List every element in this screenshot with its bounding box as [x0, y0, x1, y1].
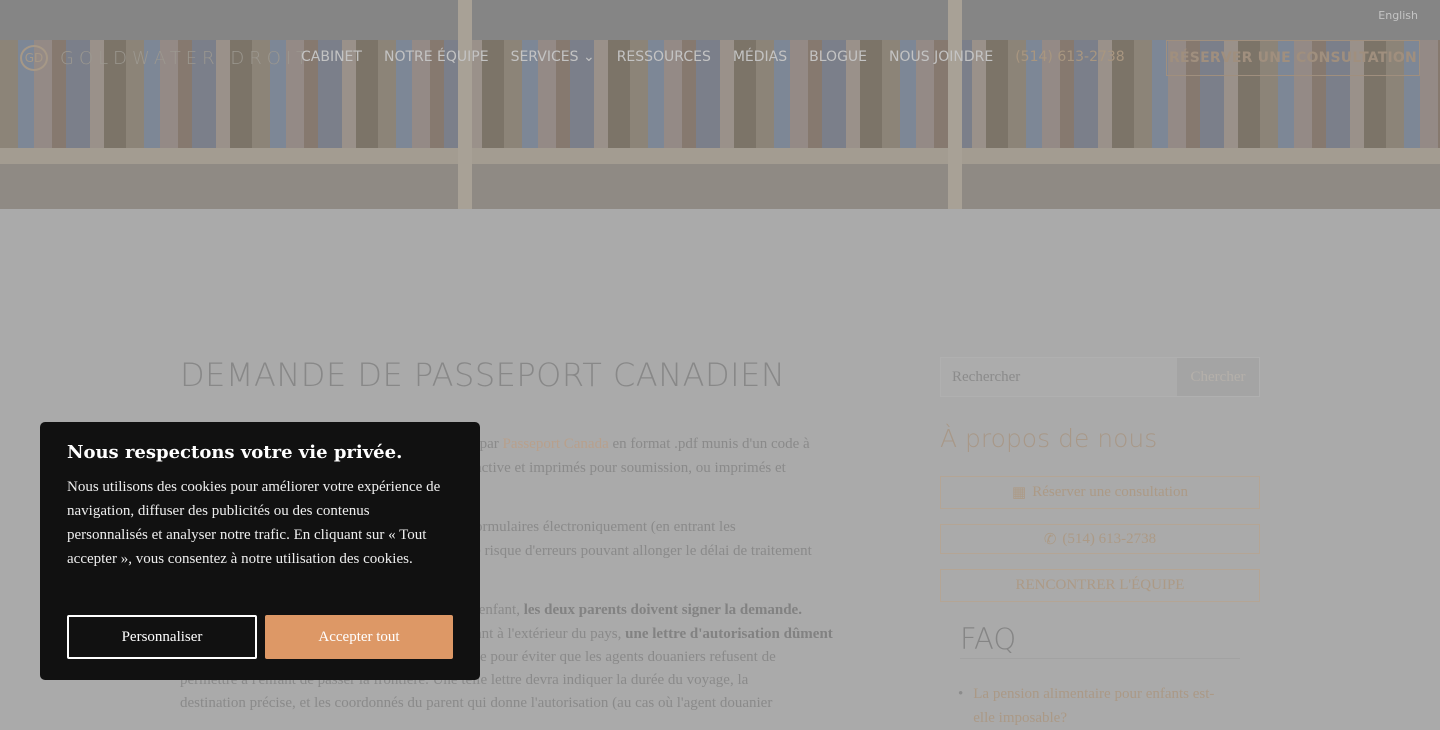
search-button[interactable]: Chercher — [1177, 358, 1259, 396]
label: Réserver une consultation — [1032, 484, 1188, 500]
shelf — [0, 164, 1440, 209]
text: ractive et imprimés pour soumission, ou … — [470, 460, 786, 476]
article-line: le risque d'erreurs pouvant allonger le … — [470, 543, 812, 560]
text: destination précise, et les coordonnés d… — [180, 695, 773, 711]
calendar-icon: ▦ — [1012, 485, 1027, 501]
nav-phone[interactable]: (514) 613-2738 — [1015, 49, 1125, 65]
phone-icon: ✆ — [1043, 531, 1057, 548]
sidebar-book-button[interactable]: ▦ Réserver une consultation — [940, 476, 1260, 509]
hero-banner-image — [0, 0, 1440, 209]
logo-text: GOLDWATER DROIT — [60, 47, 313, 69]
article-line: ractive et imprimés pour soumission, ou … — [470, 460, 786, 477]
logo[interactable]: GD GOLDWATER DROIT — [20, 45, 312, 71]
text: en format .pdf munis d'un code à — [608, 436, 810, 452]
nav-services-label: SERVICES — [510, 49, 579, 65]
accept-all-button[interactable]: Accepter tout — [265, 615, 453, 659]
logo-mark: GD — [20, 45, 48, 71]
nav-services[interactable]: SERVICES ⌄ — [511, 49, 595, 65]
nav-medias[interactable]: MÉDIAS — [733, 49, 787, 65]
text: formulaires électroniquement (en entrant… — [470, 519, 736, 535]
shelf-post — [458, 0, 472, 209]
chevron-down-icon: ⌄ — [582, 49, 595, 65]
nav-blogue[interactable]: BLOGUE — [809, 49, 867, 65]
about-heading: À propos de nous — [940, 424, 1158, 453]
cookie-actions: Personnaliser Accepter tout — [67, 615, 453, 659]
article-line: destination précise, et les coordonnés d… — [180, 695, 772, 712]
bold-text: les deux parents doivent signer la deman… — [523, 602, 802, 618]
passeport-canada-link[interactable]: Passeport Canada — [503, 436, 609, 452]
article-line: s par Passeport Canada en format .pdf mu… — [470, 436, 810, 453]
text: ise pour éviter que les agents douaniers… — [470, 649, 776, 665]
article-line: fant à l'extérieur du pays, une lettre d… — [470, 626, 833, 643]
search-form: Chercher — [940, 357, 1260, 397]
search-input[interactable] — [941, 358, 1177, 396]
cookie-text: Nous utilisons des cookies pour améliore… — [67, 479, 441, 567]
cookie-banner: Nous respectons votre vie privée. Nous u… — [40, 422, 480, 680]
customize-button[interactable]: Personnaliser — [67, 615, 257, 659]
text: fant à l'extérieur du pays, — [470, 626, 626, 642]
nav-nous-joindre[interactable]: NOUS JOINDRE — [889, 49, 993, 65]
meet-team-button[interactable]: RENCONTRER L'ÉQUIPE — [940, 569, 1260, 602]
page-title: DEMANDE DE PASSEPORT CANADIEN — [180, 356, 786, 394]
main-nav: CABINET NOTRE ÉQUIPE SERVICES ⌄ RESSOURC… — [301, 49, 1125, 65]
faq-heading: FAQ — [960, 622, 1240, 659]
faq-list-item: • La pension alimentaire pour enfants est… — [958, 682, 1228, 730]
shelf — [0, 148, 1440, 164]
cookie-title: Nous respectons votre vie privée. — [67, 442, 403, 463]
shelf-post — [948, 0, 962, 209]
nav-cabinet[interactable]: CABINET — [301, 49, 362, 65]
text: le risque d'erreurs pouvant allonger le … — [470, 543, 812, 559]
article-line: formulaires électroniquement (en entrant… — [470, 519, 736, 536]
article-line: r enfant, les deux parents doivent signe… — [470, 602, 802, 619]
faq-link[interactable]: La pension alimentaire pour enfants est-… — [973, 682, 1228, 730]
label: (514) 613-2738 — [1062, 530, 1157, 547]
bullet: • — [958, 686, 964, 702]
book-consultation-button[interactable]: RÉSERVER UNE CONSULTATION — [1166, 40, 1420, 76]
article-line: ise pour éviter que les agents douaniers… — [470, 649, 776, 666]
bold-text: une lettre d'autorisation dûment — [625, 626, 833, 642]
language-link[interactable]: English — [1378, 9, 1418, 22]
nav-notre-equipe[interactable]: NOTRE ÉQUIPE — [384, 49, 489, 65]
sidebar-phone-button[interactable]: ✆ (514) 613-2738 — [940, 524, 1260, 554]
nav-ressources[interactable]: RESSOURCES — [617, 49, 711, 65]
